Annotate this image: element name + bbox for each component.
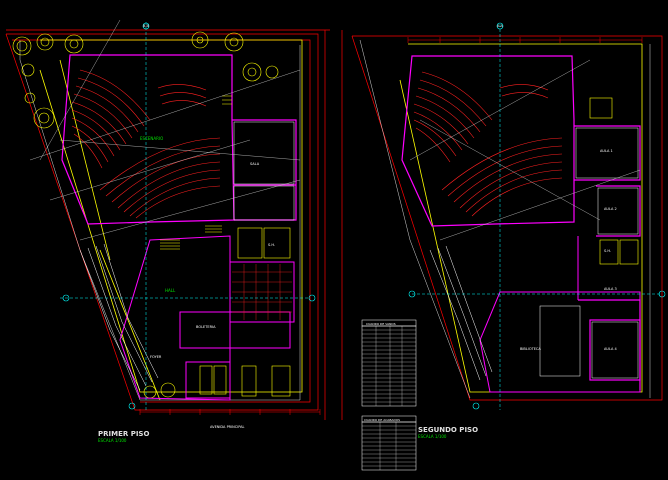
- plan-title: PRIMER PISO: [98, 430, 149, 438]
- plan-segundo-piso: AULA 1 AULA 2 AULA 3 AULA 4 S.H. BIBLIOT…: [341, 22, 666, 439]
- table-title: CUADRO DE VANOS: [366, 322, 396, 326]
- lower-walls-right: [479, 236, 641, 393]
- white-frame-right: [359, 39, 651, 399]
- section-mark: A-A: [497, 24, 504, 28]
- table-title: CUADRO DE ACABADOS: [364, 418, 400, 422]
- room-label: FOYER: [150, 355, 162, 359]
- plan-title: SEGUNDO PISO: [418, 426, 478, 434]
- cad-drawing-canvas: ESCENARIO SALA HALL S.H. BOLETERIA FOYER…: [5, 19, 666, 471]
- section-markers-right: [408, 22, 666, 410]
- room-label: S.H.: [268, 243, 275, 247]
- site-boundary: [5, 29, 330, 420]
- table-rows: [362, 329, 416, 403]
- plan-scale: ESCALA 1/100: [98, 438, 127, 443]
- room-label: AULA 2: [604, 207, 617, 211]
- site-boundary-right-yellow: [399, 43, 643, 393]
- room-label: ESCENARIO: [140, 136, 163, 141]
- tree-cluster: [12, 31, 279, 399]
- room-label: S.H.: [604, 249, 611, 253]
- classroom-walls: [539, 127, 639, 379]
- auditorium-walls: [61, 54, 297, 225]
- room-labels-right: AULA 1 AULA 2 AULA 3 AULA 4 S.H. BIBLIOT…: [520, 149, 617, 351]
- seating-rows-right: [413, 71, 563, 217]
- street-caption: AVENIDA PRINCIPAL: [210, 425, 245, 429]
- room-label: HALL: [165, 288, 176, 293]
- plan-scale: ESCALA 1/100: [418, 434, 447, 439]
- room-label: SALA: [250, 162, 260, 166]
- table-rows: [362, 425, 416, 467]
- section-axis: [60, 22, 310, 410]
- ramp-hatch: [79, 243, 159, 391]
- stage-area: [233, 121, 295, 221]
- room-label: AULA 1: [600, 149, 613, 153]
- room-label: BOLETERIA: [196, 325, 216, 329]
- plan-primer-piso: ESCENARIO SALA HALL S.H. BOLETERIA FOYER…: [5, 19, 330, 443]
- section-axis-right: [412, 24, 660, 410]
- toilets-right: [589, 97, 639, 265]
- table-acabados: CUADRO DE ACABADOS: [361, 415, 417, 471]
- dimension-line-top: [407, 37, 643, 43]
- section-markers: [62, 22, 316, 410]
- room-label: AULA 4: [604, 347, 617, 351]
- section-mark: B-B: [143, 24, 150, 28]
- leader-lines: [29, 19, 301, 241]
- table-vanos: CUADRO DE VANOS: [361, 319, 417, 407]
- auditorium-walls-right: [401, 55, 641, 390]
- stairs: [160, 95, 232, 250]
- room-label: AULA 3: [604, 287, 617, 291]
- room-label: BIBLIOTECA: [520, 347, 541, 351]
- ramp-hatch-right: [429, 245, 493, 381]
